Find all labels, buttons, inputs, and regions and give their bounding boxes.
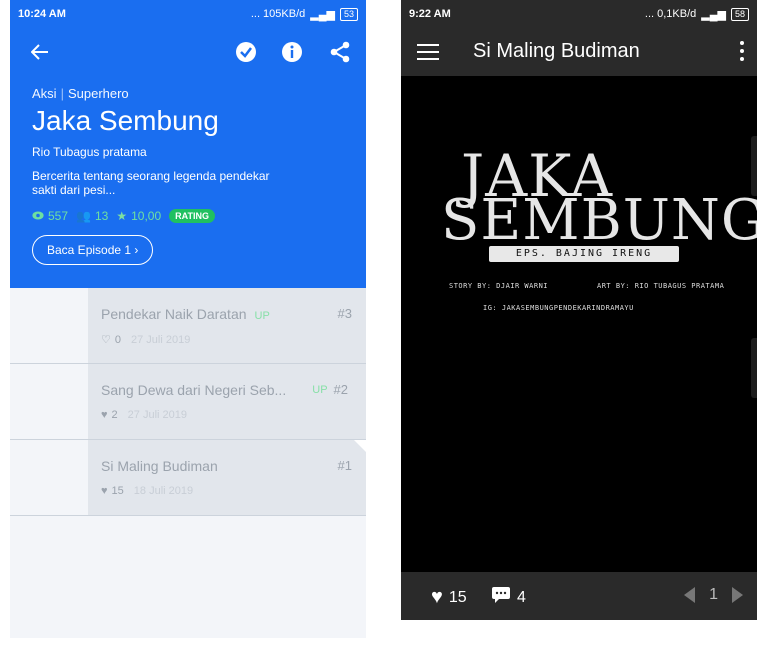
views-count: 557 bbox=[48, 209, 69, 223]
genre-label: Aksi | Superhero bbox=[32, 86, 129, 101]
episode-date: 27 Juli 2019 bbox=[127, 409, 187, 421]
network-speed: ... 105KB/d bbox=[250, 8, 306, 20]
comic-logo-line2: SEMBUNG bbox=[441, 188, 757, 253]
episode-title: Si Maling Budiman bbox=[101, 458, 218, 474]
episode-thumbnail bbox=[10, 288, 88, 363]
series-title: Jaka Sembung bbox=[32, 105, 219, 136]
episode-thumbnail bbox=[10, 440, 88, 515]
share-icon[interactable] bbox=[328, 40, 352, 64]
episode-list: Pendekar Naik Daratan UP #3 ♡ 0 27 Juli 2… bbox=[10, 288, 366, 516]
page-number: 1 bbox=[709, 586, 718, 603]
list-item[interactable]: Sang Dewa dari Negeri Seb... UP #2 ♥ 2 2… bbox=[10, 364, 366, 440]
episode-likes: 0 bbox=[114, 333, 121, 346]
subscribers-icon: 👥 bbox=[76, 209, 91, 223]
status-bar: 9:22 AM ... 0,1KB/d ▂▄▆ 58 bbox=[401, 0, 757, 28]
heart-icon: ♥ bbox=[431, 586, 443, 608]
heart-outline-icon: ♡ bbox=[101, 334, 111, 346]
episode-title: Si Maling Budiman bbox=[473, 40, 640, 62]
episode-thumbnail bbox=[10, 364, 88, 439]
ig-credit: IG: JAKASEMBUNGPENDEKARINDRAMAYU bbox=[483, 304, 634, 312]
battery-icon: 58 bbox=[730, 7, 749, 21]
rating-value: 10,00 bbox=[131, 209, 162, 223]
next-page-icon[interactable] bbox=[732, 587, 743, 603]
battery-icon: 53 bbox=[339, 7, 358, 21]
info-icon[interactable] bbox=[280, 40, 304, 64]
page-navigator: 1 bbox=[684, 586, 743, 604]
list-item[interactable]: Pendekar Naik Daratan UP #3 ♡ 0 27 Juli 2… bbox=[10, 288, 366, 364]
reader-header: Si Maling Budiman bbox=[401, 28, 757, 76]
side-handle[interactable] bbox=[751, 136, 757, 196]
status-time: 9:22 AM bbox=[409, 8, 451, 20]
episode-number: #3 bbox=[337, 306, 352, 321]
episode-likes: 15 bbox=[111, 485, 124, 497]
up-badge: UP bbox=[312, 383, 328, 396]
reader-footer: ♥ 15 4 1 bbox=[401, 572, 757, 620]
toolbar bbox=[10, 40, 366, 70]
subscribe-check-icon[interactable] bbox=[234, 40, 258, 64]
eye-icon bbox=[32, 209, 44, 223]
read-marker-corner bbox=[354, 440, 366, 452]
art-credit: ART BY: RIO TUBAGUS PRATAMA bbox=[597, 282, 725, 290]
more-options-icon[interactable] bbox=[739, 40, 745, 62]
episode-date: 27 Juli 2019 bbox=[131, 333, 191, 346]
episode-number: #2 bbox=[333, 382, 348, 397]
signal-icon: ▂▄▆ bbox=[310, 8, 335, 21]
series-header: Aksi | Superhero Jaka Sembung Rio Tubagus … bbox=[10, 28, 366, 288]
back-arrow-icon[interactable] bbox=[28, 40, 52, 64]
previous-page-icon[interactable] bbox=[684, 587, 696, 603]
up-badge: UP bbox=[254, 310, 270, 322]
likes-count: 13 bbox=[94, 209, 109, 223]
menu-icon[interactable] bbox=[417, 42, 439, 62]
episode-title: Pendekar Naik Daratan bbox=[101, 306, 247, 322]
read-episode-button[interactable]: Baca Episode 1 › bbox=[32, 235, 154, 265]
like-count: 15 bbox=[448, 588, 467, 606]
episode-likes: 2 bbox=[111, 409, 118, 421]
status-time: 10:24 AM bbox=[18, 8, 66, 20]
comment-count: 4 bbox=[517, 588, 526, 606]
series-stats: 557 👥 13 ★ 10,00 RATING bbox=[32, 209, 215, 223]
signal-icon: ▂▄▆ bbox=[701, 8, 726, 21]
series-description[interactable]: Bercerita tentang seorang legenda pendek… bbox=[32, 169, 272, 197]
network-speed: ... 0,1KB/d bbox=[644, 8, 697, 20]
story-credit: STORY BY: DJAIR WARNI bbox=[449, 282, 549, 290]
heart-icon: ♥ bbox=[101, 485, 108, 497]
episode-title: Sang Dewa dari Negeri Seb... bbox=[101, 382, 287, 398]
episode-tag: EPS. BAJING IRENG bbox=[489, 246, 679, 262]
episode-date: 18 Juli 2019 bbox=[133, 485, 194, 497]
side-handle[interactable] bbox=[751, 338, 757, 398]
list-item[interactable]: Si Maling Budiman #1 ♥ 15 18 Juli 2019 bbox=[10, 440, 366, 516]
like-button[interactable]: ♥ 15 bbox=[431, 586, 467, 609]
comic-page[interactable]: JAKA SEMBUNG EPS. BAJING IRENG STORY BY:… bbox=[401, 76, 757, 582]
right-phone-screen: 9:22 AM ... 0,1KB/d ▂▄▆ 58 Si Maling Bud… bbox=[401, 0, 757, 620]
star-icon: ★ bbox=[116, 209, 128, 223]
heart-icon: ♥ bbox=[101, 409, 108, 421]
author-name: Rio Tubagus pratama bbox=[32, 145, 147, 159]
comment-icon bbox=[491, 586, 511, 609]
status-bar: 10:24 AM ... 105KB/d ▂▄▆ 53 bbox=[10, 0, 366, 28]
episode-number: #1 bbox=[337, 458, 352, 473]
comment-button[interactable]: 4 bbox=[491, 586, 526, 609]
left-phone-screen: 10:24 AM ... 105KB/d ▂▄▆ 53 Aksi | Superhe… bbox=[10, 0, 366, 638]
rating-badge[interactable]: RATING bbox=[169, 209, 215, 223]
